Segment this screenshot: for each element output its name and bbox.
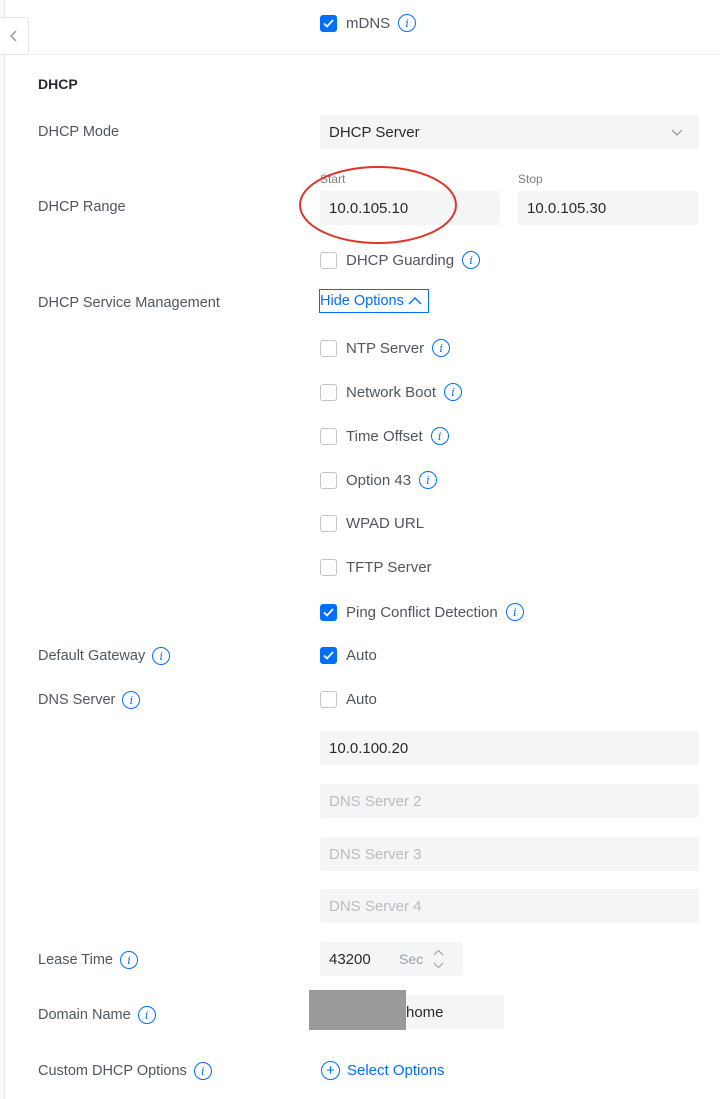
chevron-up-icon[interactable] (433, 949, 444, 956)
info-icon[interactable]: i (419, 471, 438, 489)
check-icon (323, 18, 334, 28)
info-icon[interactable]: i (505, 603, 524, 621)
section-divider (30, 54, 720, 55)
select-options-label: Select Options (347, 1062, 445, 1079)
dhcp-range-label: DHCP Range (38, 199, 126, 215)
gateway-auto-label: Auto (346, 647, 377, 664)
option-label: TFTP Server (346, 559, 432, 576)
domain-name-label: Domain Name i (38, 1006, 156, 1024)
ntp-server-checkbox[interactable] (320, 339, 337, 357)
default-gateway-label: Default Gateway i (38, 647, 171, 665)
option-tftp-server[interactable]: TFTP Server (320, 559, 432, 576)
option-wpad-url[interactable]: WPAD URL (320, 515, 424, 532)
chevron-down-icon[interactable] (433, 962, 444, 969)
option-label: Option 43 (346, 471, 412, 489)
lease-time-stepper[interactable]: 43200 Sec (320, 942, 463, 976)
gateway-auto-checkbox[interactable] (320, 647, 337, 664)
option-ntp-server[interactable]: NTP Server i (320, 339, 451, 357)
wpad-url-checkbox[interactable] (320, 515, 337, 532)
dhcp-mode-label: DHCP Mode (38, 124, 120, 140)
info-icon[interactable]: i (430, 427, 449, 445)
chevron-left-icon (10, 30, 17, 42)
lease-time-label: Lease Time i (38, 951, 138, 969)
option-ping-conflict-detection[interactable]: Ping Conflict Detection i (320, 603, 524, 621)
select-options-button[interactable]: + Select Options (321, 1061, 445, 1080)
dns-auto-row[interactable]: Auto (320, 691, 377, 708)
dhcp-mode-select[interactable]: DHCP Server (320, 115, 699, 149)
info-icon[interactable]: i (137, 1006, 156, 1024)
stepper-arrows[interactable] (433, 949, 444, 969)
dns-auto-label: Auto (346, 691, 377, 708)
service-mgmt-label: DHCP Service Management (38, 295, 220, 311)
hide-options-label: Hide Options (320, 293, 404, 309)
info-icon[interactable]: i (462, 251, 481, 269)
annotation-circle (299, 166, 457, 244)
info-icon[interactable]: i (122, 691, 141, 709)
dhcp-guarding-label: DHCP Guarding (346, 251, 455, 269)
gateway-auto-row[interactable]: Auto (320, 647, 377, 664)
option-label: Network Boot (346, 383, 437, 401)
dns-server-3-input[interactable]: DNS Server 3 (320, 837, 699, 871)
chevron-down-icon (671, 129, 683, 136)
mdns-checkbox[interactable] (320, 14, 337, 32)
range-stop-input[interactable]: 10.0.105.30 (518, 191, 698, 225)
network-boot-checkbox[interactable] (320, 383, 337, 401)
option-label: Ping Conflict Detection (346, 603, 498, 621)
mdns-label: mDNS (346, 14, 391, 32)
panel-left-edge (0, 0, 5, 1099)
option-label: Time Offset (346, 427, 423, 445)
dns-auto-checkbox[interactable] (320, 691, 337, 708)
option-network-boot[interactable]: Network Boot i (320, 383, 463, 401)
dns-server-label: DNS Server i (38, 691, 141, 709)
redaction-block (309, 990, 406, 1030)
dhcp-mode-value: DHCP Server (329, 123, 420, 141)
option-label: WPAD URL (346, 515, 425, 532)
dns-server-1-input[interactable]: 10.0.100.20 (320, 731, 699, 765)
lease-time-value: 43200 (329, 950, 371, 968)
option-43-checkbox[interactable] (320, 471, 337, 489)
plus-circle-icon: + (321, 1061, 340, 1080)
check-icon (323, 651, 334, 660)
dhcp-guarding-checkbox[interactable] (320, 251, 337, 269)
dhcp-guarding-row[interactable]: DHCP Guarding i (320, 251, 481, 269)
ping-conflict-checkbox[interactable] (320, 603, 337, 621)
option-43[interactable]: Option 43 i (320, 471, 438, 489)
mdns-checkbox-row[interactable]: mDNS i (320, 14, 417, 32)
custom-dhcp-label: Custom DHCP Options i (38, 1062, 212, 1080)
info-icon[interactable]: i (152, 647, 171, 665)
check-icon (323, 607, 334, 617)
info-icon[interactable]: i (398, 14, 417, 32)
option-time-offset[interactable]: Time Offset i (320, 427, 449, 445)
info-icon[interactable]: i (444, 383, 463, 401)
option-label: NTP Server (346, 339, 425, 357)
time-offset-checkbox[interactable] (320, 427, 337, 445)
info-icon[interactable]: i (119, 951, 138, 969)
info-icon[interactable]: i (432, 339, 451, 357)
dns-server-4-input[interactable]: DNS Server 4 (320, 889, 699, 923)
range-stop-label: Stop (518, 172, 543, 186)
section-title-dhcp: DHCP (38, 76, 78, 92)
lease-time-unit: Sec (399, 951, 424, 967)
info-icon[interactable]: i (193, 1062, 212, 1080)
chevron-up-icon (408, 297, 422, 305)
hide-options-button[interactable]: Hide Options (319, 289, 429, 313)
dns-server-2-input[interactable]: DNS Server 2 (320, 784, 699, 818)
back-button[interactable] (0, 17, 29, 55)
tftp-server-checkbox[interactable] (320, 559, 337, 576)
